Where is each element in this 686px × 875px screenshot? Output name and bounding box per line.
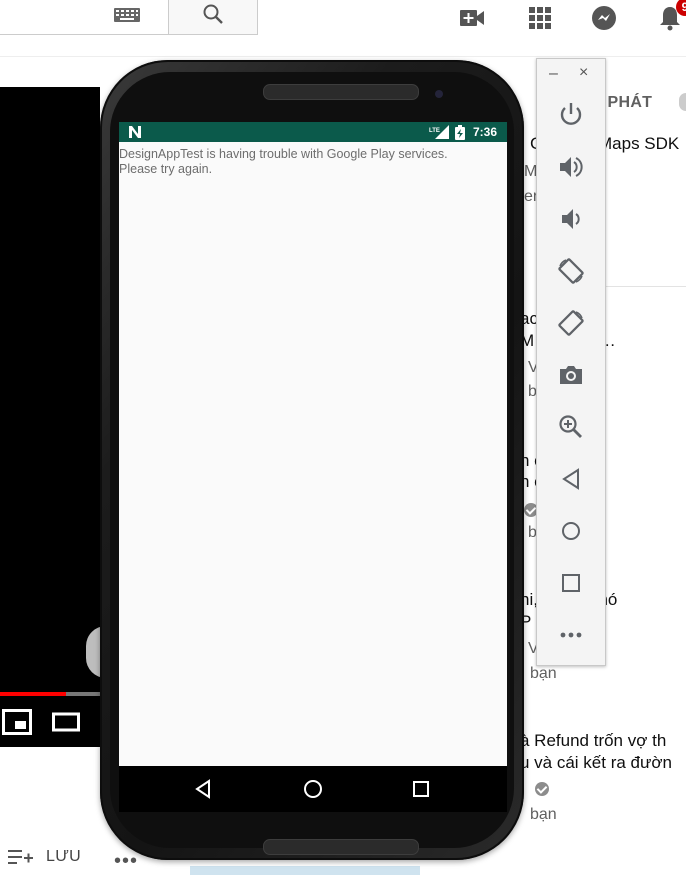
home-icon[interactable] xyxy=(301,777,325,801)
autoplay-toggle[interactable] xyxy=(679,93,686,111)
theater-mode-icon[interactable] xyxy=(52,711,80,733)
close-button[interactable]: × xyxy=(579,64,588,82)
home-icon[interactable] xyxy=(557,517,585,545)
messages-icon[interactable] xyxy=(590,4,618,32)
camera-screenshot-icon[interactable] xyxy=(557,361,585,389)
more-options-icon[interactable] xyxy=(557,621,585,649)
recents-icon[interactable] xyxy=(409,777,433,801)
sidebar-item-title-line2[interactable]: u và cái kết ra đườn xyxy=(520,753,672,773)
sidebar-item-title[interactable]: Maps SDK xyxy=(598,134,679,154)
zoom-in-icon[interactable] xyxy=(557,413,585,441)
sidebar-divider xyxy=(604,286,686,287)
earpiece-speaker xyxy=(263,84,419,100)
sidebar-item-meta: bạn xyxy=(530,806,557,823)
emulator-device-frame: LTE 7:36 DesignAppTest is having trouble… xyxy=(100,60,524,860)
verified-badge-icon xyxy=(535,782,549,796)
status-clock: 7:36 xyxy=(473,125,498,139)
volume-down-icon[interactable] xyxy=(557,205,585,233)
keyboard-icon[interactable] xyxy=(114,8,140,22)
search-input[interactable] xyxy=(0,0,169,35)
back-icon[interactable] xyxy=(191,777,215,801)
video-camera-plus-icon[interactable] xyxy=(458,4,486,32)
save-label: LƯU xyxy=(46,848,82,865)
apps-grid-icon[interactable] xyxy=(526,4,554,32)
bottom-speaker xyxy=(263,839,419,855)
lte-signal-icon: LTE xyxy=(429,125,449,139)
notification-n-icon xyxy=(129,126,141,138)
video-player[interactable] xyxy=(0,87,100,747)
playlist-add-icon xyxy=(8,850,33,864)
emulator-toolbar: – × xyxy=(536,58,606,666)
miniplayer-icon[interactable] xyxy=(2,709,32,735)
error-message-line2: Please try again. xyxy=(119,162,213,176)
sidebar-item-meta: bạn xyxy=(530,665,557,682)
search-icon xyxy=(203,4,223,24)
device-screen[interactable]: LTE 7:36 DesignAppTest is having trouble… xyxy=(119,122,507,766)
youtube-header: 9 xyxy=(0,0,686,56)
rotate-right-icon[interactable] xyxy=(557,309,585,337)
video-thumbnail[interactable] xyxy=(190,866,420,875)
back-icon[interactable] xyxy=(557,465,585,493)
rotate-left-icon[interactable] xyxy=(557,257,585,285)
overview-icon[interactable] xyxy=(557,569,585,597)
battery-charging-icon xyxy=(455,125,465,140)
status-bar: LTE 7:36 xyxy=(119,122,507,142)
power-icon[interactable] xyxy=(557,101,585,129)
error-message-line1: DesignAppTest is having trouble with Goo… xyxy=(119,147,448,161)
volume-up-icon[interactable] xyxy=(557,153,585,181)
video-progress-fill xyxy=(0,692,66,696)
header-divider xyxy=(0,56,686,57)
svg-text:LTE: LTE xyxy=(429,128,440,134)
more-actions-button[interactable]: ••• xyxy=(114,850,138,873)
search-button[interactable] xyxy=(168,0,258,35)
sidebar-item-title[interactable]: à Refund trốn vợ th xyxy=(520,731,666,751)
front-camera xyxy=(435,90,443,98)
minimize-button[interactable]: – xyxy=(549,65,558,83)
android-navigation-bar xyxy=(119,766,507,812)
